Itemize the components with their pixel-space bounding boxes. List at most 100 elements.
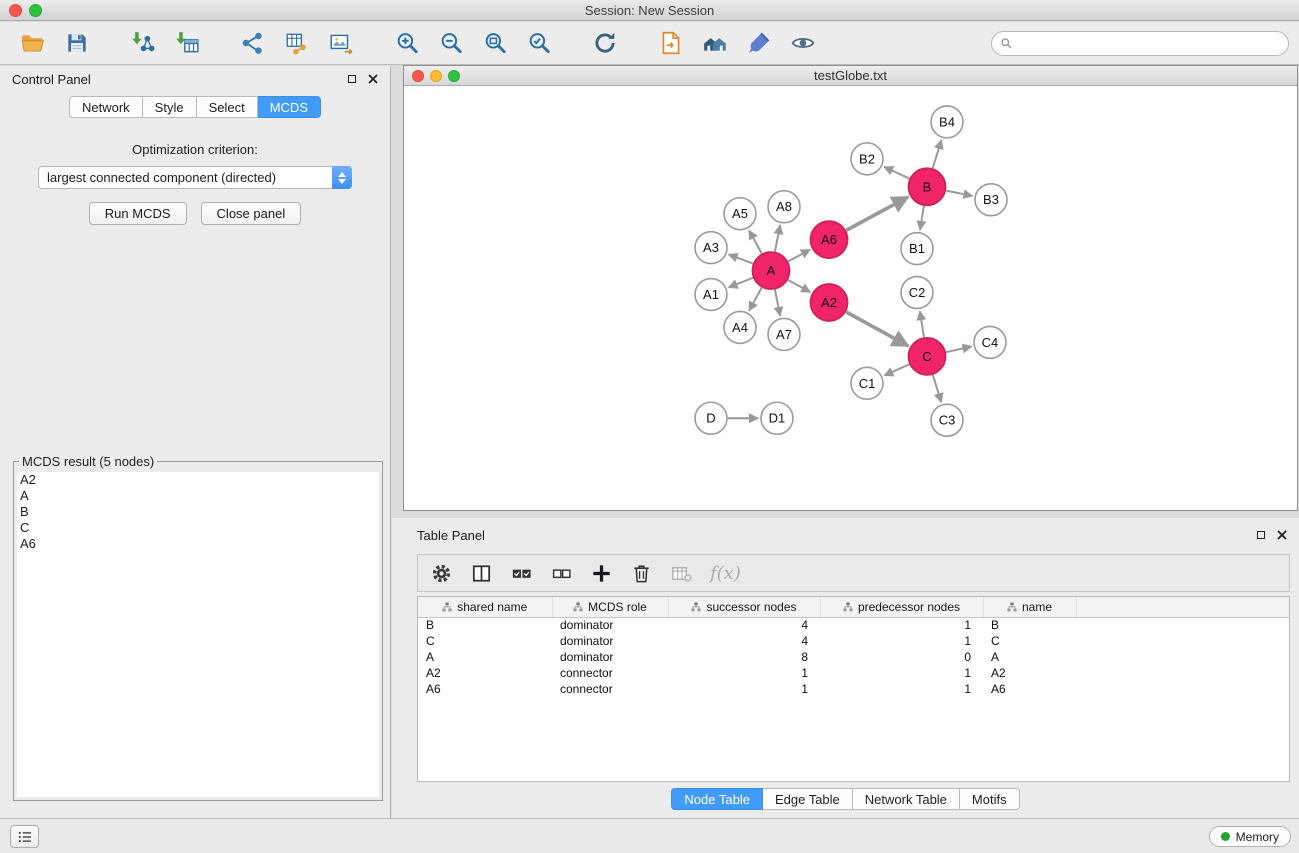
- mcds-result-item[interactable]: A2: [17, 472, 379, 488]
- node-C1[interactable]: C1: [851, 367, 883, 399]
- column-header-name[interactable]: name: [983, 597, 1076, 617]
- column-header-shared-name[interactable]: shared name: [418, 597, 552, 617]
- node-B4[interactable]: B4: [931, 106, 963, 138]
- import-network-button[interactable]: [122, 26, 163, 60]
- close-window-button[interactable]: [9, 4, 22, 17]
- node-A5[interactable]: A5: [724, 198, 756, 230]
- show-columns-button[interactable]: [466, 558, 496, 588]
- table-settings-button[interactable]: [426, 558, 456, 588]
- close-table-panel-icon[interactable]: [1277, 530, 1287, 540]
- tab-node-table[interactable]: Node Table: [671, 788, 763, 810]
- new-network-button[interactable]: [232, 26, 273, 60]
- open-file-button[interactable]: [12, 26, 53, 60]
- node-B1[interactable]: B1: [901, 233, 933, 265]
- edge-B-B2[interactable]: [884, 167, 909, 179]
- panel-list-button[interactable]: [10, 825, 39, 848]
- run-mcds-button[interactable]: Run MCDS: [89, 202, 187, 225]
- refresh-button[interactable]: [584, 26, 625, 60]
- node-B3[interactable]: B3: [975, 184, 1007, 216]
- node-A3[interactable]: A3: [695, 232, 727, 264]
- zoom-window-button[interactable]: [29, 4, 42, 17]
- node-B2[interactable]: B2: [851, 143, 883, 175]
- memory-button[interactable]: Memory: [1209, 826, 1291, 847]
- node-B[interactable]: B: [909, 168, 946, 205]
- edge-A-A2[interactable]: [788, 280, 810, 292]
- edge-B-B4[interactable]: [933, 140, 942, 168]
- node-C4[interactable]: C4: [974, 326, 1006, 358]
- edge-A-A7[interactable]: [775, 290, 780, 316]
- first-neighbors-button[interactable]: [694, 26, 735, 60]
- new-network-table-button[interactable]: [276, 26, 317, 60]
- float-table-panel-icon[interactable]: [1257, 531, 1265, 539]
- search-input[interactable]: [1018, 36, 1288, 51]
- tab-mcds[interactable]: MCDS: [258, 96, 321, 118]
- tab-network[interactable]: Network: [69, 96, 143, 118]
- network-canvas-area[interactable]: B4 B2 B B3 A8 A5 A6 B1 A3 A A1 C2 A2 A4 A7 C4 C C1 C3 D D1: [404, 87, 1297, 510]
- mcds-result-item[interactable]: A: [17, 488, 379, 504]
- column-header-predecessor-nodes[interactable]: predecessor nodes: [820, 597, 983, 617]
- show-hide-button[interactable]: [782, 26, 823, 60]
- node-D[interactable]: D: [695, 402, 727, 434]
- network-minimize-button[interactable]: [430, 70, 442, 82]
- table-row[interactable]: Adominator80A: [418, 649, 1289, 665]
- table-row[interactable]: Cdominator41C: [418, 633, 1289, 649]
- network-zoom-button[interactable]: [448, 70, 460, 82]
- node-C2[interactable]: C2: [901, 277, 933, 309]
- node-A6[interactable]: A6: [811, 221, 848, 258]
- tab-motifs[interactable]: Motifs: [960, 788, 1020, 810]
- zoom-in-button[interactable]: [386, 26, 427, 60]
- column-header-successor-nodes[interactable]: successor nodes: [668, 597, 820, 617]
- node-A2[interactable]: A2: [811, 284, 848, 321]
- table-row[interactable]: A6connector11A6: [418, 681, 1289, 697]
- column-header-MCDS-role[interactable]: MCDS role: [552, 597, 668, 617]
- tab-style[interactable]: Style: [143, 96, 197, 118]
- tab-edge-table[interactable]: Edge Table: [763, 788, 853, 810]
- edge-B-B3[interactable]: [946, 191, 972, 196]
- mcds-result-item[interactable]: A6: [17, 536, 379, 552]
- edge-C-C3[interactable]: [933, 375, 942, 402]
- zoom-out-button[interactable]: [430, 26, 471, 60]
- edge-A-A4[interactable]: [749, 288, 762, 311]
- network-canvas[interactable]: B4 B2 B B3 A8 A5 A6 B1 A3 A A1 C2 A2 A4 A7 C4 C C1 C3 D D1: [404, 87, 1297, 510]
- edge-A-A6[interactable]: [788, 250, 810, 262]
- import-table-button[interactable]: [166, 26, 207, 60]
- edge-A6-B[interactable]: [846, 197, 908, 230]
- optimization-criterion-select[interactable]: largest connected component (directed): [38, 166, 352, 189]
- mcds-result-item[interactable]: B: [17, 504, 379, 520]
- table-row[interactable]: Bdominator41B: [418, 617, 1289, 633]
- node-D1[interactable]: D1: [761, 402, 793, 434]
- mcds-result-item[interactable]: C: [17, 520, 379, 536]
- zoom-fit-button[interactable]: [474, 26, 515, 60]
- edge-C-C2[interactable]: [920, 311, 924, 337]
- close-panel-button[interactable]: Close panel: [201, 202, 302, 225]
- edge-A-A3[interactable]: [729, 254, 753, 263]
- node-A4[interactable]: A4: [724, 311, 756, 343]
- select-all-button[interactable]: [506, 558, 536, 588]
- add-row-button[interactable]: [586, 558, 616, 588]
- tab-network-table[interactable]: Network Table: [853, 788, 960, 810]
- node-C[interactable]: C: [909, 338, 946, 375]
- float-panel-icon[interactable]: [348, 75, 356, 83]
- edge-A2-C[interactable]: [846, 312, 908, 346]
- table-row[interactable]: A2connector11A2: [418, 665, 1289, 681]
- edge-A-A1[interactable]: [729, 278, 753, 288]
- network-close-button[interactable]: [412, 70, 424, 82]
- node-C3[interactable]: C3: [931, 404, 963, 436]
- open-document-button[interactable]: [650, 26, 691, 60]
- edge-B-B1[interactable]: [920, 206, 924, 230]
- node-A1[interactable]: A1: [695, 279, 727, 311]
- edge-C-C4[interactable]: [946, 346, 972, 352]
- export-image-button[interactable]: [320, 26, 361, 60]
- node-A7[interactable]: A7: [768, 318, 800, 350]
- unselect-all-button[interactable]: [546, 558, 576, 588]
- node-A[interactable]: A: [753, 252, 790, 289]
- edge-A-A5[interactable]: [749, 230, 762, 253]
- tab-select[interactable]: Select: [197, 96, 258, 118]
- zoom-selected-button[interactable]: [518, 26, 559, 60]
- edge-C-C1[interactable]: [884, 364, 909, 375]
- close-panel-icon[interactable]: [368, 74, 378, 84]
- node-A8[interactable]: A8: [768, 191, 800, 223]
- delete-row-button[interactable]: [626, 558, 656, 588]
- edge-A-A8[interactable]: [775, 225, 780, 251]
- style-button[interactable]: [738, 26, 779, 60]
